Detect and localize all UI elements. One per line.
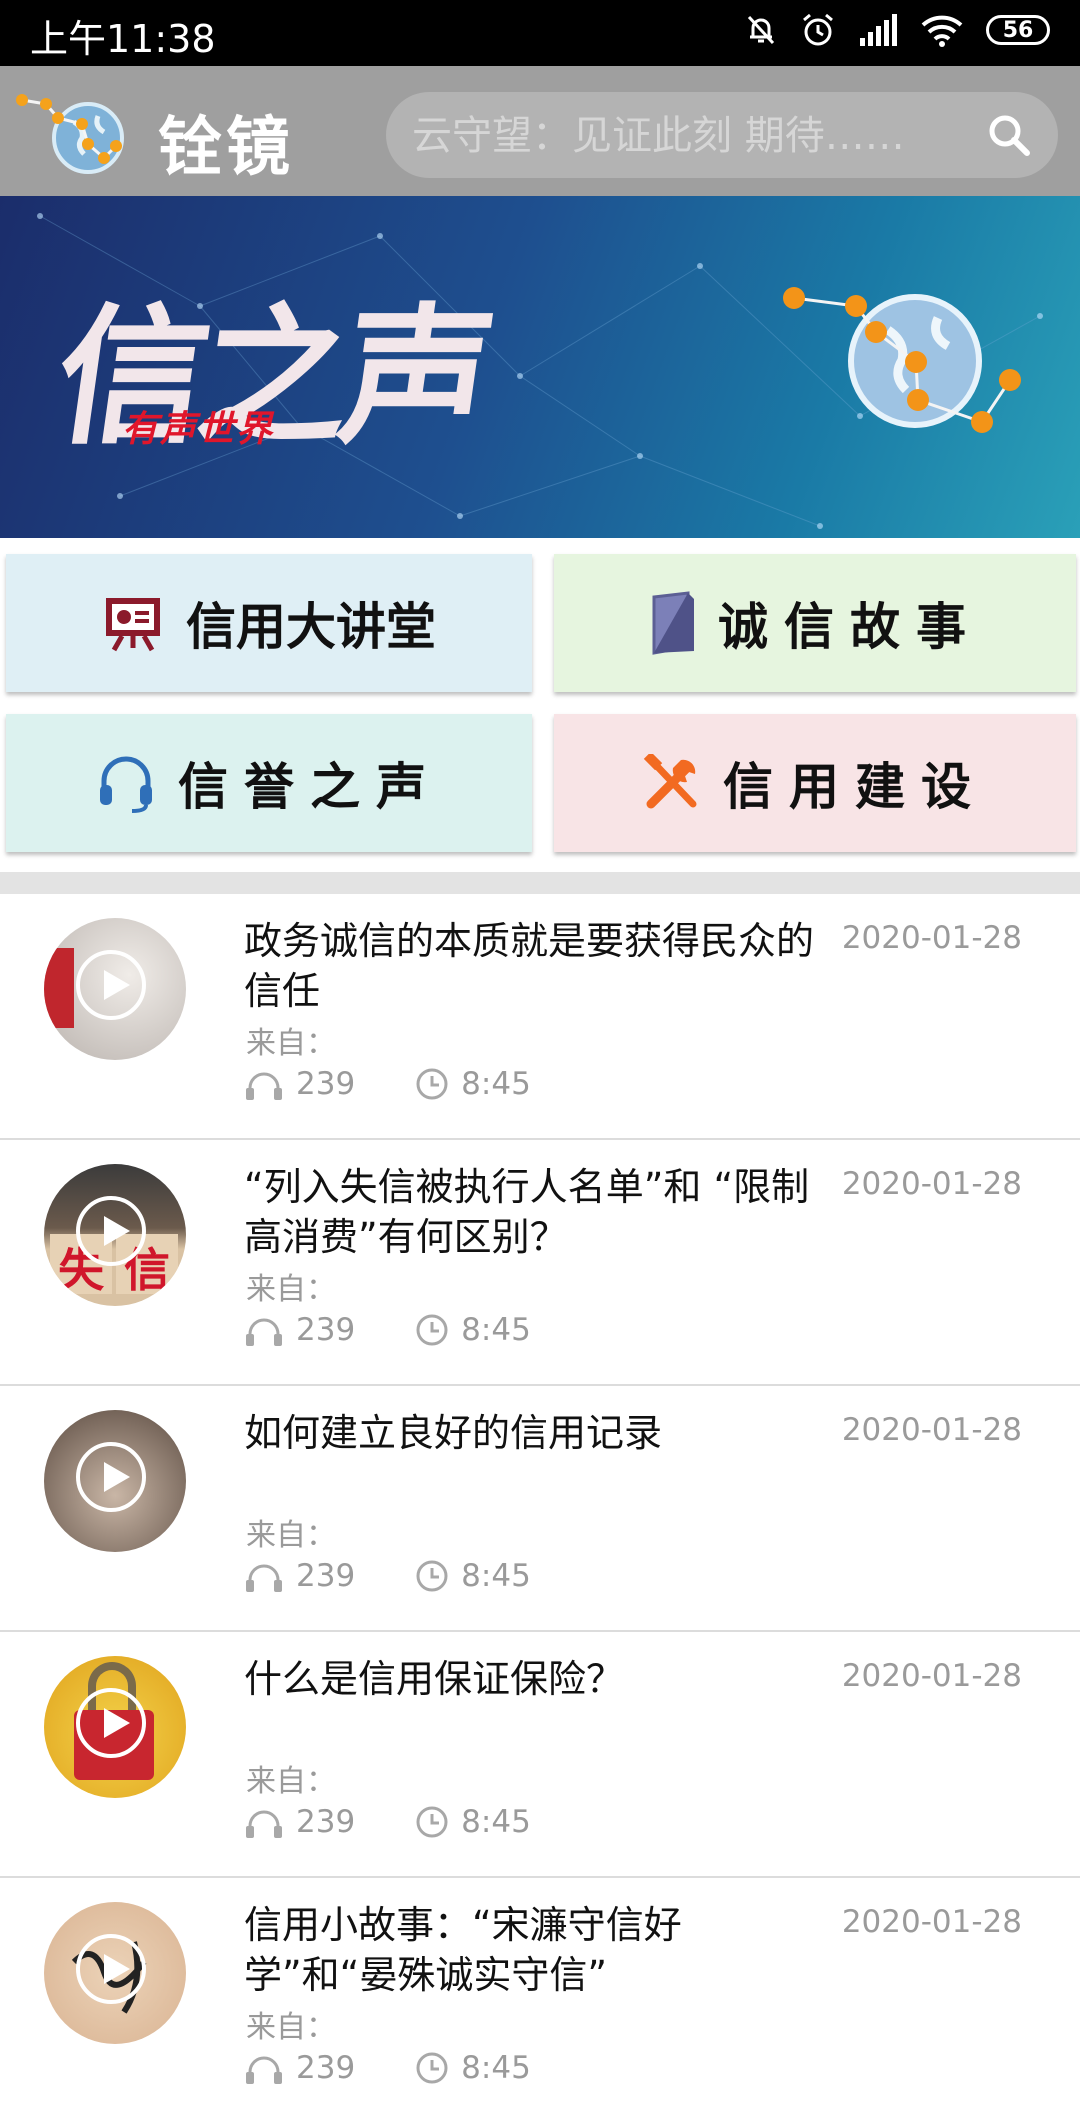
- item-source: 来自：: [246, 2010, 336, 2045]
- list-item[interactable]: 什么是信用保证保险？ 2020-01-28 来自： 239 8:45: [0, 1632, 1080, 1878]
- clock-icon: [416, 2052, 448, 2084]
- presentation-board-icon: [106, 598, 160, 652]
- item-date: 2020-01-28: [841, 1166, 1022, 1202]
- item-stats: 239 8:45: [244, 1066, 531, 1102]
- item-date: 2020-01-28: [841, 920, 1022, 956]
- item-title: 信用小故事：“宋濂守信好学”和“晏殊诚实守信”: [244, 1903, 682, 1997]
- headphones-icon: [246, 1072, 282, 1100]
- item-stats: 239 8:45: [244, 1558, 531, 1594]
- duration: 8:45: [461, 1066, 531, 1102]
- item-title: 政务诚信的本质就是要获得民众的信任: [244, 919, 815, 1013]
- item-date: 2020-01-28: [841, 1412, 1022, 1448]
- headphones-icon: [246, 1318, 282, 1346]
- play-icon[interactable]: [76, 950, 146, 1020]
- play-icon[interactable]: [76, 1934, 146, 2004]
- clock-icon: [416, 1314, 448, 1346]
- play-count: 239: [296, 1312, 356, 1348]
- play-icon[interactable]: [76, 1196, 146, 1266]
- item-thumbnail: [44, 918, 186, 1060]
- list-item[interactable]: 如何建立良好的信用记录 2020-01-28 来自： 239 8:45: [0, 1386, 1080, 1632]
- play-count: 239: [296, 2050, 356, 2086]
- item-date: 2020-01-28: [841, 1904, 1022, 1940]
- list-item[interactable]: 政务诚信的本质就是要获得民众的信任 2020-01-28 来自： 239 8:4…: [0, 894, 1080, 1140]
- item-thumbnail: [44, 1656, 186, 1798]
- item-stats: 239 8:45: [244, 2050, 531, 2086]
- tools-icon: [643, 754, 697, 809]
- category-credit-lecture[interactable]: 信用大讲堂: [6, 554, 532, 692]
- item-title: 什么是信用保证保险？: [244, 1657, 625, 1701]
- alarm-icon: [803, 13, 833, 46]
- item-date: 2020-01-28: [841, 1658, 1022, 1694]
- play-count: 239: [296, 1558, 356, 1594]
- list-item[interactable]: 信用小故事：“宋濂守信好学”和“晏殊诚实守信” 2020-01-28 来自： 2…: [0, 1878, 1080, 2124]
- clock-icon: [416, 1560, 448, 1592]
- banner[interactable]: 信之声 有声世界: [0, 196, 1080, 538]
- category-label: 信用建设: [723, 757, 987, 816]
- play-icon[interactable]: [76, 1442, 146, 1512]
- item-source: 来自：: [246, 1026, 336, 1061]
- app-header: 铨镜: [0, 66, 1080, 196]
- item-source: 来自：: [246, 1764, 336, 1799]
- status-bar: 上午11:38 56: [0, 0, 1080, 66]
- category-label: 信誉之声: [178, 757, 442, 816]
- signal-icon: [860, 14, 897, 46]
- category-credit-construction[interactable]: 信用建设: [554, 714, 1076, 852]
- clock-icon: [416, 1806, 448, 1838]
- category-reputation-voice[interactable]: 信誉之声: [6, 714, 532, 852]
- duration: 8:45: [461, 1804, 531, 1840]
- wifi-icon: [921, 15, 963, 47]
- banner-subtitle: 有声世界: [122, 408, 275, 450]
- item-thumbnail: [44, 1410, 186, 1552]
- duration: 8:45: [461, 2050, 531, 2086]
- play-count: 239: [296, 1066, 356, 1102]
- item-stats: 239 8:45: [244, 1804, 531, 1840]
- duration: 8:45: [461, 1558, 531, 1594]
- mute-bell-icon: [747, 15, 775, 45]
- app-title: 铨镜: [158, 111, 294, 185]
- logo-globe-icon: [16, 94, 124, 174]
- item-source: 来自：: [246, 1272, 336, 1307]
- play-icon[interactable]: [76, 1688, 146, 1758]
- banner-globe-icon: [783, 287, 1021, 433]
- item-stats: 239 8:45: [244, 1312, 531, 1348]
- status-icons: 56: [744, 12, 1050, 48]
- item-source: 来自：: [246, 1518, 336, 1553]
- status-time: 上午11:38: [30, 17, 216, 61]
- item-thumbnail: 失 信: [44, 1164, 186, 1306]
- item-title: “列入失信被执行人名单”和 “限制高消费”有何区别？: [244, 1165, 810, 1259]
- item-thumbnail: [44, 1902, 186, 2044]
- headset-icon: [100, 756, 152, 813]
- headphones-icon: [246, 1810, 282, 1838]
- headphones-icon: [246, 1564, 282, 1592]
- category-label: 信用大讲堂: [186, 597, 436, 656]
- search-icon[interactable]: [986, 112, 1032, 158]
- duration: 8:45: [461, 1312, 531, 1348]
- play-count: 239: [296, 1804, 356, 1840]
- category-label: 诚信故事: [718, 597, 982, 656]
- headphones-icon: [246, 2056, 282, 2084]
- item-title: 如何建立良好的信用记录: [244, 1411, 663, 1455]
- book-icon: [652, 591, 694, 655]
- search-input[interactable]: [410, 106, 954, 166]
- clock-icon: [416, 1068, 448, 1100]
- search-bar[interactable]: [386, 92, 1058, 178]
- list-item[interactable]: 失 信 “列入失信被执行人名单”和 “限制高消费”有何区别？ 2020-01-2…: [0, 1140, 1080, 1386]
- category-integrity-stories[interactable]: 诚信故事: [554, 554, 1076, 692]
- section-divider: [0, 872, 1080, 894]
- battery-indicator: 56: [986, 15, 1050, 45]
